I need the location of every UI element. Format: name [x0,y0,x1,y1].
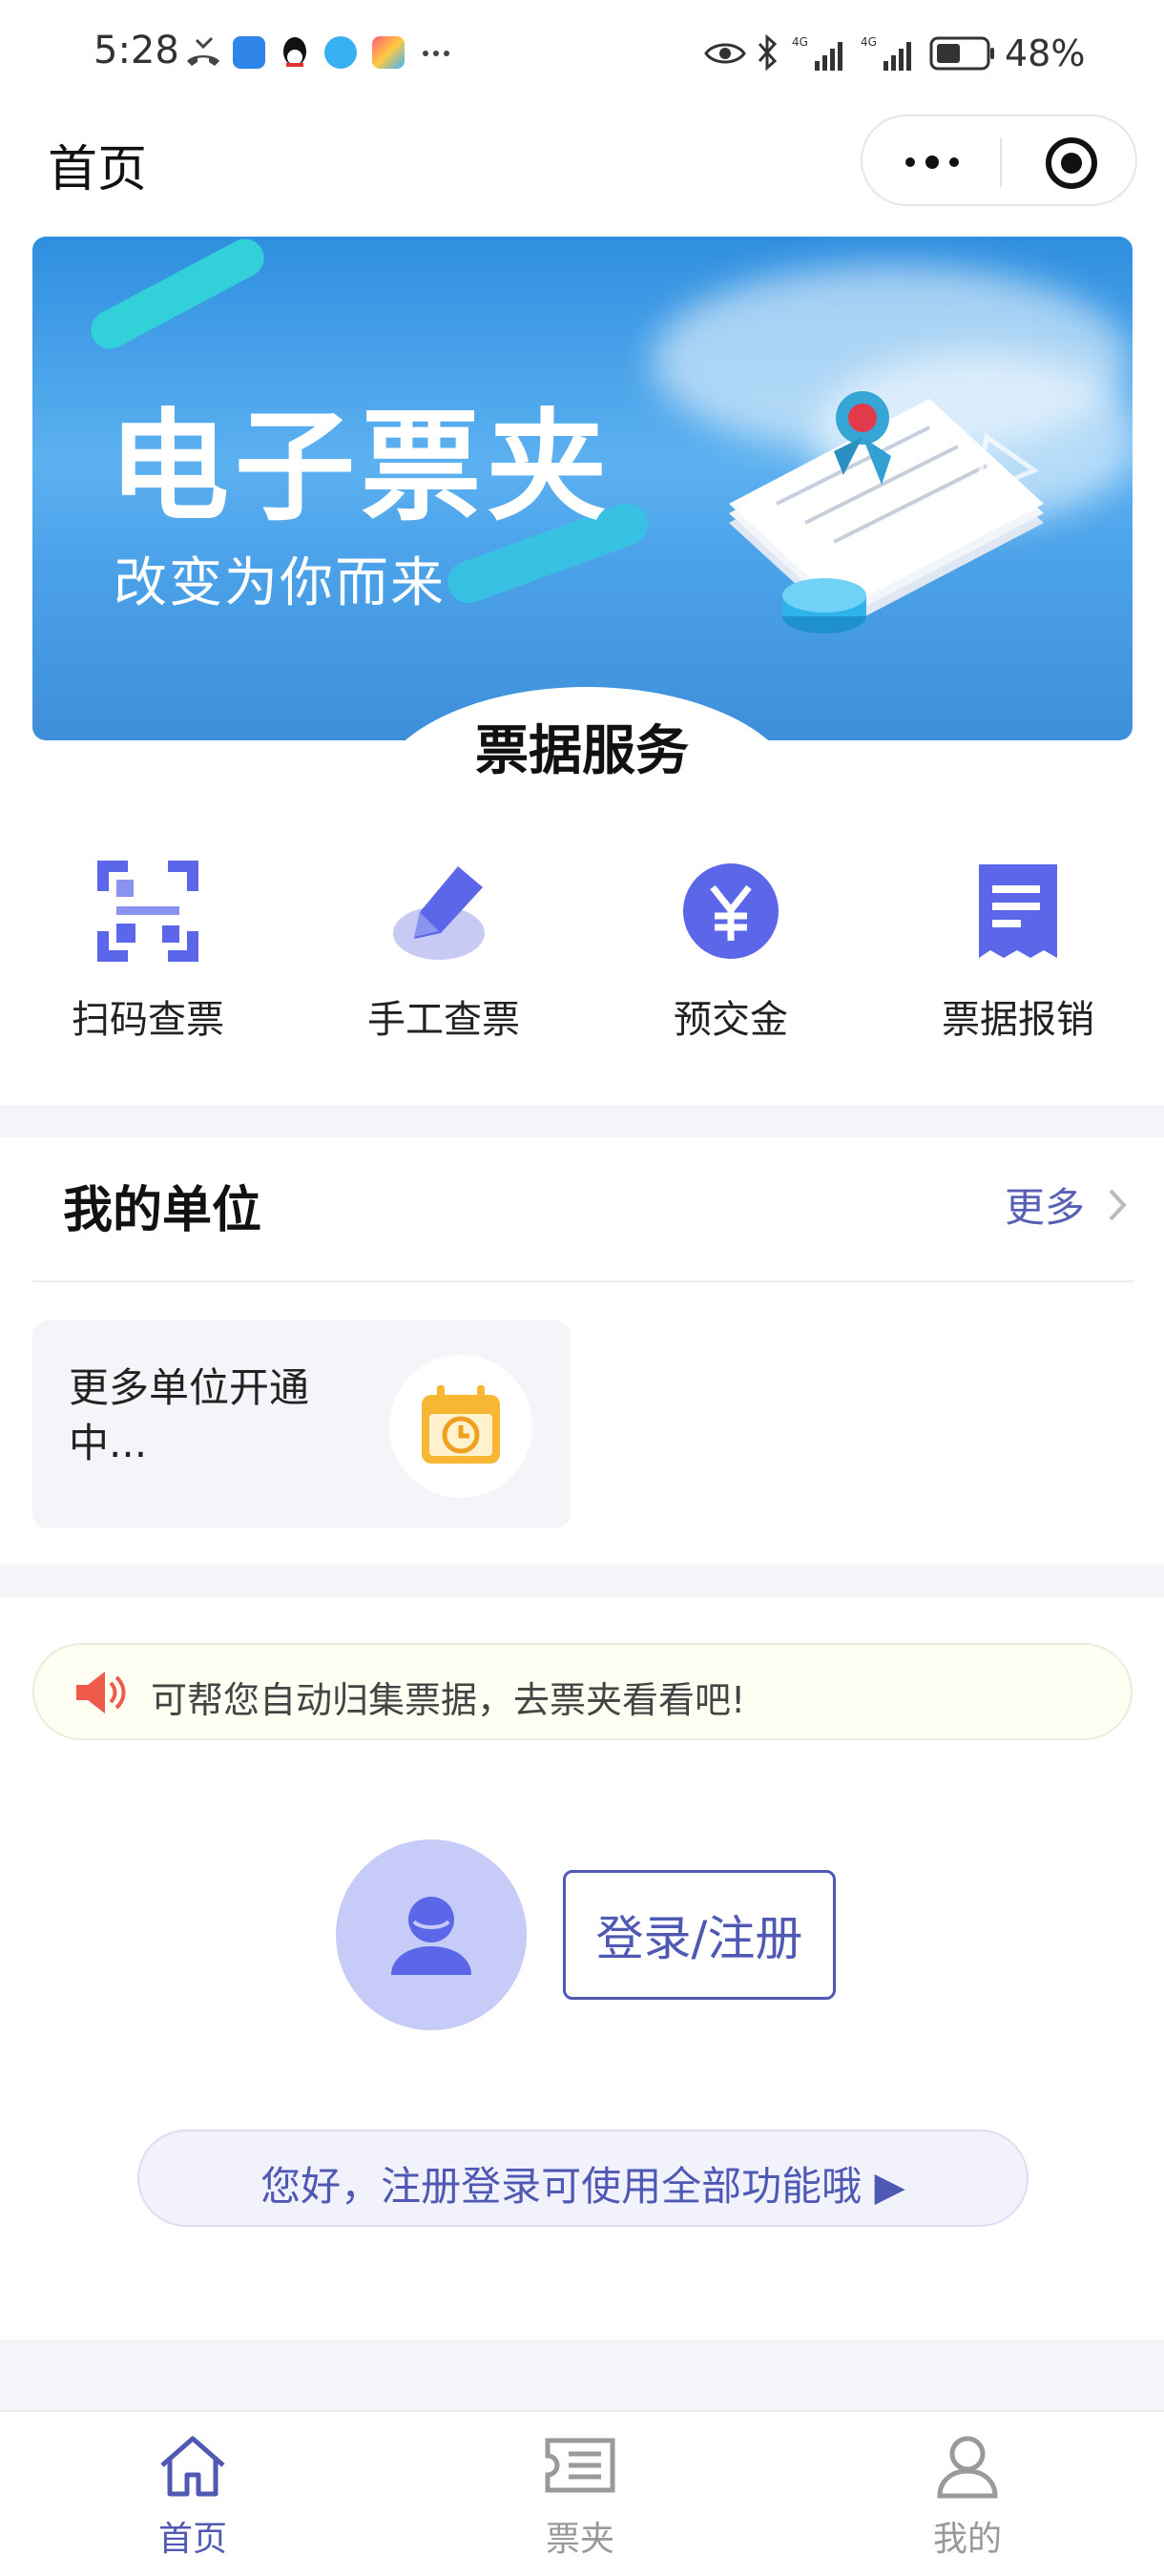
service-label: 扫码查票 [72,998,224,1042]
close-miniprogram-icon[interactable] [1044,135,1099,191]
register-hint-banner[interactable]: 您好，注册登录可使用全部功能哦 ▶ [137,2129,1029,2227]
service-label: 手工查票 [367,998,520,1042]
profile-icon [937,2436,998,2499]
tab-label: 我的 [932,2520,1002,2559]
units-divider [32,1280,1134,1282]
speaker-icon [76,1672,126,1714]
capsule-divider [1000,137,1002,187]
weather-app-icon [233,36,265,69]
unit-card-icon-bg [389,1355,532,1498]
certificate-illustration [729,391,1044,634]
qq-icon [283,37,306,67]
svg-text:4G: 4G [792,35,808,49]
banner-decoration [84,237,271,356]
qr-scan-icon [97,861,198,962]
section-divider [0,1565,1164,1597]
section-divider [0,1105,1164,1137]
signal-4g-icon: 4G [792,35,842,71]
section-divider [0,2339,1164,2410]
page-title: 首页 [48,141,148,198]
battery-percentage: 48% [1005,32,1086,74]
notice-bar[interactable]: 可帮您自动归集票据，去票夹看看吧! [32,1643,1133,1740]
promo-banner[interactable]: 电子票夹 改变为你而来 [32,237,1133,740]
tab-profile[interactable]: 我的 [872,2433,1063,2561]
tab-home[interactable]: 首页 [97,2433,288,2561]
signal-4g-icon: 4G [861,35,911,71]
eye-icon [704,43,746,64]
notice-text: 可帮您自动归集票据，去票夹看看吧! [151,1679,746,1721]
service-prepayment[interactable]: 预交金 [616,859,845,1044]
unit-card[interactable]: 更多单位开通中... [32,1320,571,1528]
service-reimbursement[interactable]: 票据报销 [904,859,1133,1044]
unit-card-text: 更多单位开通中... [69,1364,310,1466]
tab-ticket-folder[interactable]: 票夹 [485,2433,676,2561]
tab-label: 首页 [157,2520,227,2559]
app-icon [372,36,405,69]
service-label: 预交金 [674,998,788,1042]
tab-label: 票夹 [545,2520,614,2559]
register-hint-text: 您好，注册登录可使用全部功能哦 ▶ [260,2163,905,2210]
home-icon [160,2436,225,2497]
svg-text:4G: 4G [861,35,877,49]
units-more-label: 更多 [1005,1184,1086,1231]
pen-edit-icon [393,866,485,960]
status-bar: 5:28 4G 4G 48% [0,0,1164,114]
banner-title: 电子票夹 [109,397,613,537]
chevron-right-icon [1109,1189,1127,1221]
service-manual-query[interactable]: 手工查票 [329,859,558,1044]
services-title: 票据服务 [475,720,689,782]
yen-coin-icon [683,863,779,959]
more-menu-icon[interactable] [903,151,962,174]
ticket-folder-icon [545,2438,615,2493]
status-time: 5:28 [94,29,179,73]
avatar[interactable] [336,1839,527,2030]
calendar-clock-icon [422,1385,500,1464]
login-register-button[interactable]: 登录/注册 [563,1870,836,2000]
battery-icon [929,36,994,71]
my-units-title: 我的单位 [63,1182,262,1239]
service-label: 票据报销 [942,998,1094,1042]
mini-program-capsule [861,114,1137,206]
user-avatar-icon [391,1897,471,1975]
service-scan-ticket[interactable]: 扫码查票 [33,859,262,1044]
receipt-icon [979,864,1057,958]
banner-subtitle: 改变为你而来 [114,552,446,614]
missed-call-icon [187,36,219,66]
browser-icon [324,36,357,69]
bluetooth-icon [758,34,778,71]
more-dots-icon [423,51,449,56]
